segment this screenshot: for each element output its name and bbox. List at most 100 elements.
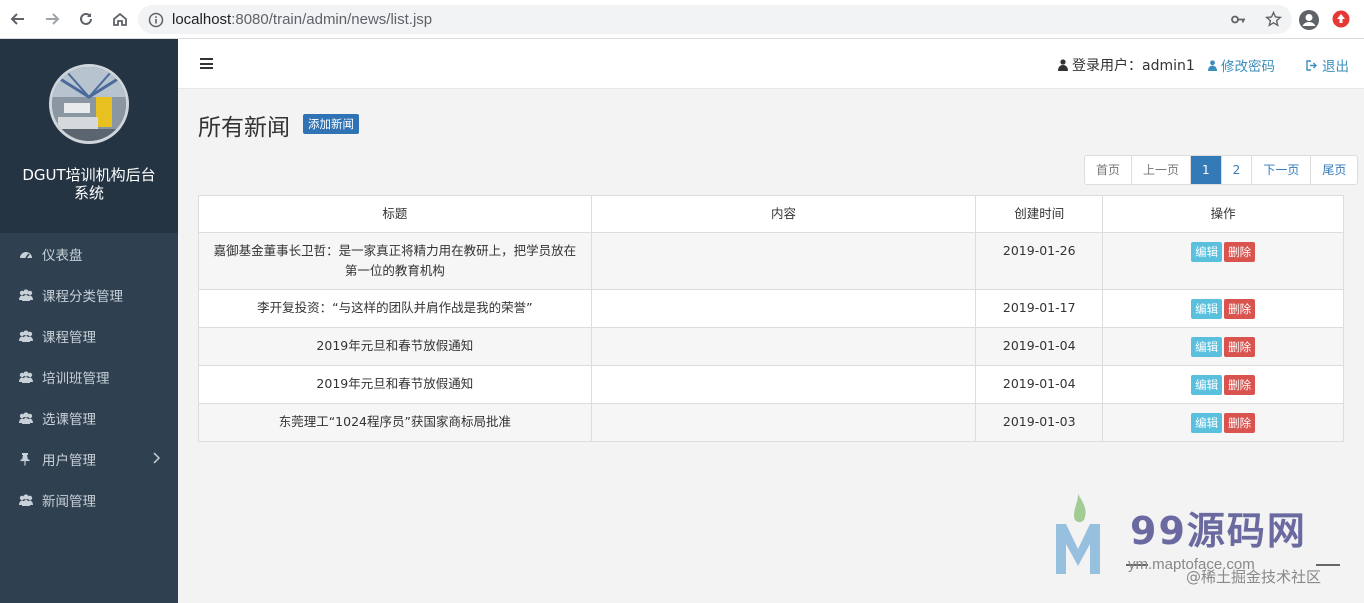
sidebar-item-enrollment[interactable]: 选课管理: [0, 397, 178, 438]
users-icon: [19, 288, 33, 301]
sidebar-item-label: 用户管理: [42, 452, 96, 469]
page-first[interactable]: 首页: [1085, 156, 1133, 184]
table-row: 2019年元旦和春节放假通知 2019-01-04 编辑 删除: [198, 365, 1344, 404]
profile-icon[interactable]: [1298, 9, 1320, 31]
page-1[interactable]: 1: [1191, 156, 1222, 184]
logout-link[interactable]: 退出: [1306, 55, 1349, 75]
sidebar-item-label: 课程分类管理: [42, 288, 123, 305]
page-2[interactable]: 2: [1222, 156, 1253, 184]
cell-title: 2019年元旦和春节放假通知: [198, 327, 592, 366]
sidebar-item-courses[interactable]: 课程管理: [0, 315, 178, 356]
current-user: 登录用户：admin1: [1058, 55, 1195, 75]
dashboard-icon: [20, 251, 32, 258]
table-row: 李开复投资：“与这样的团队并肩作战是我的荣誉” 2019-01-17 编辑 删除: [198, 289, 1344, 328]
edit-button[interactable]: 编辑: [1191, 375, 1223, 395]
sidebar-item-label: 选课管理: [42, 411, 96, 428]
arrow-right-icon: [46, 13, 60, 25]
page-next[interactable]: 下一页: [1252, 156, 1312, 184]
topbar: 登录用户：admin1 修改密码 退出: [178, 39, 1364, 89]
extension-icon[interactable]: [1332, 10, 1350, 28]
change-password-link[interactable]: 修改密码: [1208, 55, 1275, 75]
news-table: 标题 内容 创建时间 操作 嘉御基金董事长卫哲：是一家真正将精力用在教研上，把学…: [198, 195, 1344, 442]
cell-actions: 编辑 删除: [1102, 327, 1344, 366]
delete-button[interactable]: 删除: [1224, 299, 1256, 319]
table-row: 东莞理工“1024程序员”获国家商标局批准 2019-01-03 编辑 删除: [198, 403, 1344, 442]
arrow-left-icon: [10, 13, 24, 25]
edit-button[interactable]: 编辑: [1191, 299, 1223, 319]
cell-date: 2019-01-04: [975, 327, 1104, 366]
column-header-actions: 操作: [1102, 195, 1344, 233]
cell-actions: 编辑 删除: [1102, 403, 1344, 442]
cell-date: 2019-01-04: [975, 365, 1104, 404]
cell-title: 2019年元旦和春节放假通知: [198, 365, 592, 404]
page-title: 所有新闻: [198, 115, 290, 141]
table-header-row: 标题 内容 创建时间 操作: [198, 195, 1344, 233]
cell-content: [590, 232, 977, 290]
watermark-juejin: @稀土掘金技术社区: [1186, 568, 1322, 586]
table-row: 嘉御基金董事长卫哲：是一家真正将精力用在教研上，把学员放在第一位的教育机构 20…: [198, 232, 1344, 290]
star-icon[interactable]: [1265, 11, 1282, 28]
edit-button[interactable]: 编辑: [1191, 242, 1223, 262]
chevron-right-icon: [153, 452, 160, 464]
cell-date: 2019-01-17: [975, 289, 1104, 328]
reload-button[interactable]: [70, 3, 102, 35]
users-icon: [19, 493, 33, 506]
user-icon: [1058, 59, 1068, 71]
edit-button[interactable]: 编辑: [1191, 337, 1223, 357]
users-icon: [19, 370, 33, 383]
forward-button[interactable]: [36, 3, 68, 35]
delete-button[interactable]: 删除: [1224, 375, 1256, 395]
info-icon: [148, 12, 164, 27]
sign-out-icon: [1306, 59, 1317, 71]
table-row: 2019年元旦和春节放假通知 2019-01-04 编辑 删除: [198, 327, 1344, 366]
sidebar-item-news[interactable]: 新闻管理: [0, 479, 178, 520]
sidebar-item-label: 新闻管理: [42, 493, 96, 510]
system-title: DGUT培训机构后台系统: [22, 166, 156, 202]
add-news-button[interactable]: 添加新闻: [303, 114, 359, 134]
sidebar-item-label: 培训班管理: [42, 370, 110, 387]
home-icon: [113, 12, 127, 26]
delete-button[interactable]: 删除: [1224, 242, 1256, 262]
key-icon[interactable]: [1230, 11, 1247, 28]
cell-content: [590, 289, 977, 328]
users-icon: [19, 411, 33, 424]
home-button[interactable]: [104, 3, 136, 35]
cell-title: 李开复投资：“与这样的团队并肩作战是我的荣誉”: [198, 289, 592, 328]
sidebar-item-users[interactable]: 用户管理: [0, 438, 178, 479]
reload-icon: [80, 12, 92, 25]
column-header-content: 内容: [590, 195, 977, 233]
cell-date: 2019-01-26: [975, 232, 1104, 290]
avatar-image: [52, 67, 126, 141]
cell-title: 嘉御基金董事长卫哲：是一家真正将精力用在教研上，把学员放在第一位的教育机构: [198, 232, 592, 290]
page-prev[interactable]: 上一页: [1132, 156, 1192, 184]
pagination: 首页 上一页 1 2 下一页 尾页: [1084, 155, 1359, 185]
address-bar[interactable]: localhost:8080/train/admin/news/list.jsp: [138, 5, 1292, 34]
sidebar-item-course-category[interactable]: 课程分类管理: [0, 274, 178, 315]
menu-toggle-icon[interactable]: [200, 58, 213, 69]
delete-button[interactable]: 删除: [1224, 337, 1256, 357]
avatar: [49, 64, 129, 144]
watermark-brand: 99源码网: [1130, 509, 1307, 553]
cell-actions: 编辑 删除: [1102, 232, 1344, 290]
back-button[interactable]: [2, 3, 34, 35]
sidebar-item-dashboard[interactable]: 仪表盘: [0, 233, 178, 274]
edit-button[interactable]: 编辑: [1191, 413, 1223, 433]
cell-content: [590, 403, 977, 442]
url-text: localhost:8080/train/admin/news/list.jsp: [172, 11, 433, 28]
sidebar: DGUT培训机构后台系统 仪表盘 课程分类管理 课程管理 培训班管理 选课管理 …: [0, 39, 178, 603]
page-last[interactable]: 尾页: [1311, 156, 1357, 184]
user-icon: [1208, 59, 1217, 71]
pin-icon: [20, 452, 30, 465]
cell-actions: 编辑 删除: [1102, 289, 1344, 328]
sidebar-header: DGUT培训机构后台系统: [0, 39, 178, 233]
sidebar-item-label: 课程管理: [42, 329, 96, 346]
column-header-created: 创建时间: [975, 195, 1104, 233]
cell-date: 2019-01-03: [975, 403, 1104, 442]
cell-title: 东莞理工“1024程序员”获国家商标局批准: [198, 403, 592, 442]
delete-button[interactable]: 删除: [1224, 413, 1256, 433]
cell-content: [590, 327, 977, 366]
cell-content: [590, 365, 977, 404]
cell-actions: 编辑 删除: [1102, 365, 1344, 404]
sidebar-item-classes[interactable]: 培训班管理: [0, 356, 178, 397]
sidebar-item-label: 仪表盘: [42, 247, 83, 264]
